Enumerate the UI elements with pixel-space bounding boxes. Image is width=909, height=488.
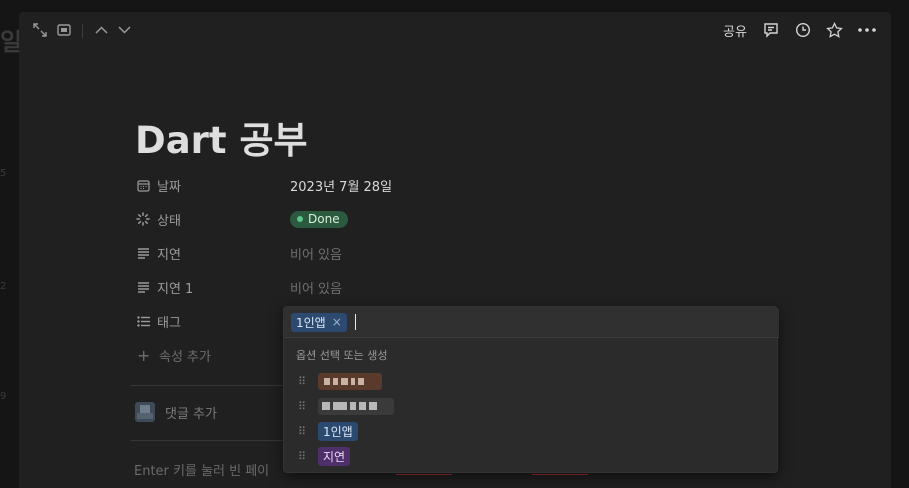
decorative-underline [532,474,588,475]
selected-tag-chip[interactable]: 1인앱 × [291,312,347,332]
redacted-tag-chip [318,397,394,415]
background-line-number: 2 [0,281,7,292]
page-peek-panel: 공유 Dart 공부 날짜 2023년 7월 28일 상태 Done 지연 비어… [19,12,891,488]
drag-handle-icon[interactable]: ⠿ [298,425,308,438]
drag-handle-icon[interactable]: ⠿ [298,450,308,463]
drag-handle-icon[interactable]: ⠿ [298,375,308,388]
history-icon[interactable] [794,21,812,39]
tag-option-chip: 1인앱 [318,421,358,441]
chevron-down-icon[interactable] [115,21,133,39]
decorative-underline [396,474,452,475]
background-line-number: 9 [0,391,7,402]
property-label: 태그 [157,315,181,331]
tag-search-input[interactable]: 1인앱 × [284,307,779,338]
redacted-tag-chip [318,372,382,390]
share-button[interactable]: 공유 [723,21,747,40]
tag-option[interactable]: ⠿ 1인앱 [298,421,358,441]
selected-tag-label: 1인앱 [296,315,326,330]
property-label: 지연 1 [157,281,194,297]
calendar-icon [135,177,151,193]
chevron-up-icon[interactable] [92,21,110,39]
expand-icon[interactable] [31,21,49,39]
popup-header: 옵션 선택 또는 생성 [296,349,388,362]
property-row-tags[interactable]: 태그 [135,308,290,334]
panel-topbar: 공유 [19,12,891,50]
add-property-button[interactable]: + 속성 추가 [137,346,211,365]
tag-option[interactable]: ⠿ [298,396,394,416]
text-icon [135,245,151,261]
tag-option[interactable]: ⠿ [298,371,382,391]
empty-page-hint[interactable]: Enter 키를 눌러 빈 페이 [134,460,269,479]
comment-icon[interactable] [762,21,780,39]
delay-1-value[interactable]: 비어 있음 [290,278,342,297]
plus-icon: + [137,346,151,365]
remove-tag-icon[interactable]: × [332,315,342,329]
tag-option[interactable]: ⠿ 지연 [298,446,351,466]
peek-mode-icon[interactable] [55,21,73,39]
property-label: 지연 [157,247,181,263]
text-icon [135,279,151,295]
delay-value[interactable]: 비어 있음 [290,244,342,263]
avatar [135,402,155,422]
tag-select-popup: 1인앱 × 옵션 선택 또는 생성 ⠿ ⠿ ⠿ 1인앱 ⠿ 지연 [283,306,779,473]
property-label: 날짜 [157,179,181,195]
property-label: 상태 [157,213,181,229]
multi-select-icon [135,313,151,329]
add-comment-label: 댓글 추가 [165,406,217,422]
background-line-number: 5 [0,168,7,179]
property-row-delay[interactable]: 지연 비어 있음 [135,240,342,266]
drag-handle-icon[interactable]: ⠿ [298,400,308,413]
status-dot-icon [297,215,303,222]
add-comment-row[interactable]: 댓글 추가 [135,402,217,422]
page-title[interactable]: Dart 공부 [135,110,308,164]
text-cursor [354,314,356,330]
property-row-status[interactable]: 상태 Done [135,206,348,232]
status-badge[interactable]: Done [290,210,348,228]
property-row-date[interactable]: 날짜 2023년 7월 28일 [135,172,392,198]
date-value[interactable]: 2023년 7월 28일 [290,176,392,195]
toolbar-divider [82,24,83,38]
more-icon[interactable] [856,21,878,39]
property-row-delay-1[interactable]: 지연 1 비어 있음 [135,274,342,300]
tag-option-chip: 지연 [318,446,351,466]
status-icon [135,211,151,227]
add-property-label: 속성 추가 [159,350,211,365]
star-icon[interactable] [825,21,843,39]
status-label: Done [308,211,340,226]
